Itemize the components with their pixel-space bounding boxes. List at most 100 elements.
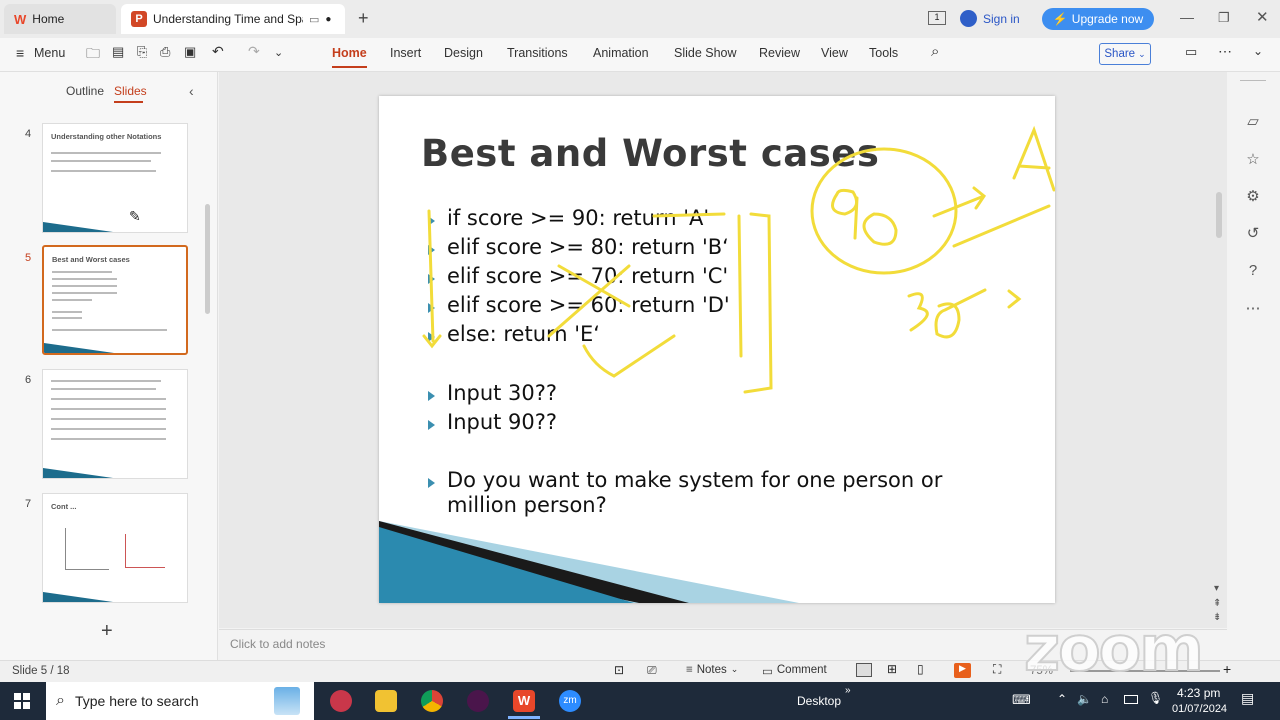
slack-icon[interactable] — [467, 690, 489, 712]
ribbon-tab-design[interactable]: Design — [444, 46, 483, 60]
more-icon[interactable]: ⋯ — [1218, 43, 1232, 60]
fit-icon[interactable]: ⊡ — [614, 663, 624, 677]
tab-home[interactable]: W Home — [4, 4, 116, 34]
keyboard-icon[interactable]: ⌨ — [1012, 692, 1031, 708]
wps-taskbar-icon[interactable]: W — [513, 690, 535, 712]
search-icon[interactable]: ⌕ — [931, 43, 939, 60]
mic-icon[interactable]: 🎙 — [1148, 691, 1163, 705]
battery-icon[interactable] — [1124, 695, 1138, 704]
panel-scrollbar[interactable] — [205, 204, 210, 314]
ribbon-tab-insert[interactable]: Insert — [390, 46, 421, 60]
wps-logo-icon: W — [14, 11, 27, 27]
comment-icon[interactable]: ▭ — [1185, 44, 1197, 60]
star-icon[interactable]: ☆ — [1243, 150, 1263, 170]
slide-thumbnail-selected[interactable]: Best and Worst cases — [42, 245, 188, 355]
sliders-icon[interactable]: ⚙ — [1243, 187, 1263, 207]
prev-slide-icon[interactable]: ⇞ — [1213, 598, 1221, 609]
slides-tab[interactable]: Slides — [114, 84, 147, 98]
taskbar-search[interactable]: ⌕ Type here to search — [46, 682, 314, 720]
thumb-text-line — [51, 428, 166, 430]
minimize-icon[interactable]: — — [1180, 9, 1194, 25]
zoom-app-icon[interactable]: zm — [559, 690, 581, 712]
notes-placeholder: Click to add notes — [230, 637, 326, 651]
share-file-icon[interactable]: ⎘ — [137, 44, 147, 60]
help-icon[interactable]: ? — [1243, 262, 1263, 282]
restore-icon[interactable]: ❐ — [1218, 10, 1230, 26]
outline-tab[interactable]: Outline — [66, 84, 104, 98]
monitor-icon[interactable]: ▭ — [309, 13, 319, 26]
menu-bar: ≡ Menu 🗀 ▤ ⎘ ⎙ ▣ ↶ ↷ ⌄ Home Insert Desig… — [0, 38, 1280, 72]
hamburger-icon[interactable]: ≡ — [16, 45, 24, 61]
network-icon[interactable]: ⌂ — [1101, 692, 1108, 706]
ribbon-tab-animation[interactable]: Animation — [593, 46, 649, 60]
reading-view-icon[interactable]: ▯ — [917, 662, 924, 676]
clock-date[interactable]: 01/07/2024 — [1172, 703, 1227, 715]
next-slide-icon[interactable]: ⇟ — [1213, 612, 1221, 623]
speaker-icon[interactable]: 🔈 — [1077, 692, 1092, 706]
slide-thumbnail[interactable] — [42, 369, 188, 479]
tab-document[interactable]: P Understanding Time and Space ▭ ● — [121, 4, 345, 34]
clock-time[interactable]: 4:23 pm — [1177, 686, 1220, 700]
notification-icon[interactable]: ▤ — [1241, 690, 1254, 707]
zoom-in-icon[interactable]: + — [1223, 661, 1231, 677]
file-explorer-icon[interactable] — [375, 690, 397, 712]
collapse-panel-icon[interactable]: ‹ — [189, 83, 194, 99]
signin-link[interactable]: Sign in — [983, 12, 1020, 26]
ribbon-tab-home[interactable]: Home — [332, 46, 367, 68]
add-slide-button[interactable]: + — [101, 620, 113, 643]
undo-icon[interactable]: ↶ — [212, 43, 224, 60]
chrome-icon[interactable] — [421, 690, 443, 712]
collapse-chevron-icon[interactable]: ⌄ — [1253, 44, 1263, 58]
normal-view-icon[interactable] — [856, 663, 872, 677]
redo-icon[interactable]: ↷ — [248, 43, 260, 60]
scroll-down-icon[interactable]: ▾ — [1214, 583, 1219, 594]
open-folder-icon[interactable]: 🗀 — [86, 43, 100, 67]
thumb-text-line — [52, 299, 92, 301]
ribbon-tab-view[interactable]: View — [821, 46, 848, 60]
comment-toggle[interactable]: ▭ Comment — [762, 664, 827, 678]
menu-button[interactable]: Menu — [34, 46, 65, 60]
print-icon[interactable]: ⎙ — [160, 44, 170, 60]
ribbon-tab-slideshow[interactable]: Slide Show — [674, 46, 737, 60]
ribbon-tab-transitions[interactable]: Transitions — [507, 46, 568, 60]
history-icon[interactable]: ↺ — [1243, 224, 1263, 244]
page-count-icon[interactable]: 1 — [928, 11, 946, 25]
annotation-arrow — [932, 186, 987, 218]
tray-up-icon[interactable]: ⌃ — [1057, 692, 1067, 706]
windows-logo-pane — [14, 693, 21, 700]
chevron-icon[interactable]: » — [845, 685, 851, 696]
ribbon-tab-tools[interactable]: Tools — [869, 46, 898, 60]
slide-number: 4 — [25, 128, 32, 140]
chat-icon[interactable]: ▱ — [1243, 112, 1263, 132]
avatar[interactable] — [960, 10, 977, 27]
share-label: Share — [1104, 48, 1136, 60]
canvas-scrollbar[interactable] — [1216, 192, 1222, 238]
desktop-label[interactable]: Desktop — [797, 694, 841, 708]
play-slideshow-icon[interactable]: ▶ — [954, 663, 971, 678]
windows-start-icon[interactable] — [14, 693, 30, 709]
slide-thumbnail[interactable]: Cont ... — [42, 493, 188, 603]
save-icon[interactable]: ▤ — [112, 44, 124, 60]
presentation-icon: P — [131, 11, 147, 27]
preview-icon[interactable]: ▣ — [184, 44, 196, 60]
thumb-text-line — [51, 438, 166, 440]
grid-view-icon[interactable]: ⊞ — [887, 662, 897, 676]
slide-number: 6 — [25, 374, 32, 386]
upgrade-button[interactable]: ⚡ Upgrade now — [1042, 8, 1154, 30]
ribbon-tab-review[interactable]: Review — [759, 46, 800, 60]
slide[interactable]: Best and Worst cases if score >= 90: ret… — [379, 96, 1055, 603]
fit-window-icon[interactable]: ⛶ — [993, 662, 1001, 677]
thumb-text-line — [51, 398, 166, 400]
presenter-icon[interactable]: ⎚ — [647, 663, 657, 678]
active-app-indicator — [508, 716, 540, 719]
game-icon[interactable] — [330, 690, 352, 712]
thumb-text-line — [51, 388, 156, 390]
new-tab-button[interactable]: + — [358, 8, 369, 29]
more-icon[interactable]: ⋯ — [1243, 299, 1263, 319]
close-icon[interactable]: ✕ — [1256, 8, 1269, 26]
chevron-down-icon: ⌄ — [730, 664, 739, 674]
share-button[interactable]: Share ⌄ — [1099, 43, 1151, 65]
notes-toggle[interactable]: ≡ Notes ⌄ — [686, 664, 738, 676]
slide-thumbnail[interactable]: Understanding other Notations ✎ — [42, 123, 188, 233]
chevron-down-icon[interactable]: ⌄ — [274, 46, 283, 59]
